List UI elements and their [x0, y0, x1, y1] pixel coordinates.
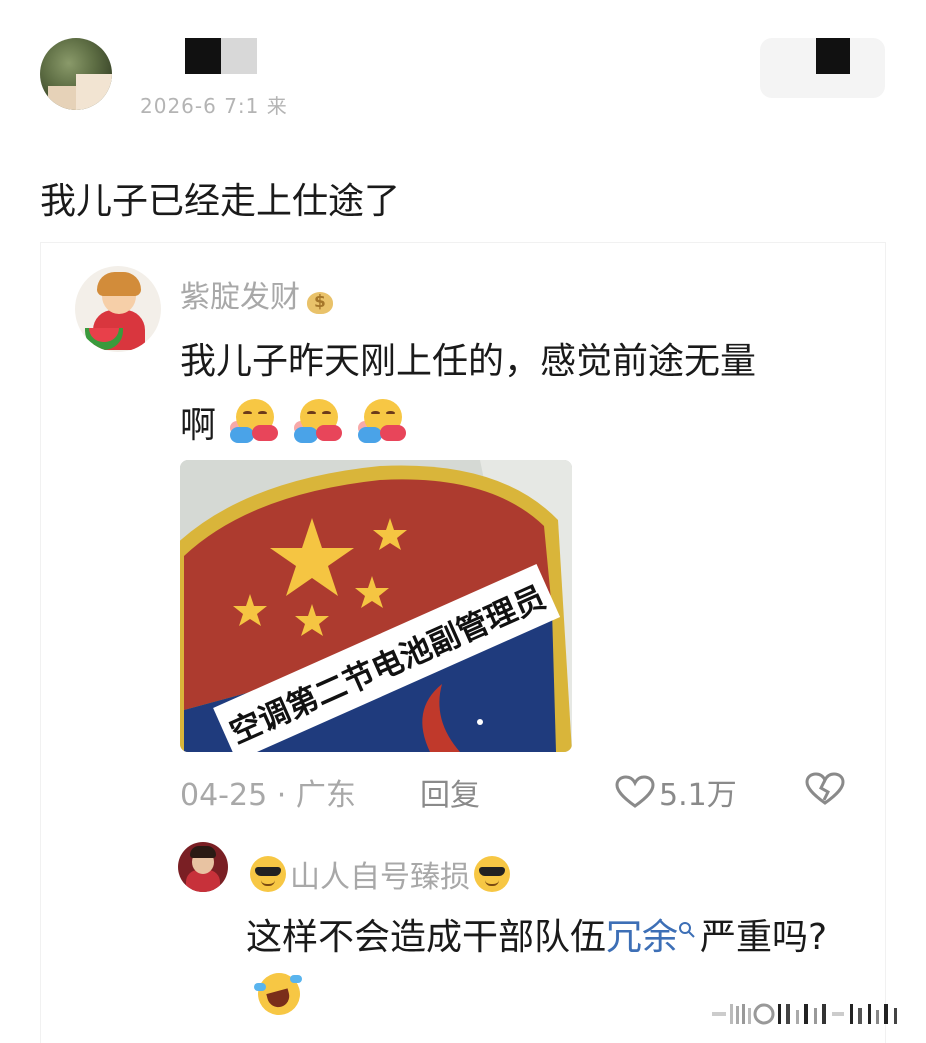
- avatar-mosaic-2: [48, 86, 76, 110]
- commenter-name[interactable]: 紫腚发财: [180, 272, 336, 316]
- post-content: 我儿子已经走上仕途了: [40, 181, 401, 222]
- avatar-hair: [190, 846, 216, 858]
- post-header: 2026-6 7:1 来: [0, 0, 926, 130]
- poster-name-redacted: [185, 38, 260, 74]
- watermark-graphic: [712, 1003, 897, 1025]
- comment-text-line1: 我儿子昨天刚上任的，感觉前途无量: [180, 341, 757, 382]
- avatar-hair: [97, 272, 141, 296]
- redaction-block: [816, 38, 850, 74]
- meta-separator: ·: [276, 778, 287, 813]
- heart-icon: [615, 775, 655, 808]
- follow-button-redacted[interactable]: [760, 38, 885, 98]
- reply-text-after: 严重吗?: [700, 917, 828, 958]
- like-button[interactable]: 5.1万: [615, 770, 737, 814]
- commenter-name-text: 紫腚发财: [180, 280, 300, 315]
- money-bag-icon: [302, 282, 336, 316]
- avatar-mosaic: [76, 74, 112, 110]
- sunglasses-face-emoji: [474, 856, 510, 892]
- poster-avatar[interactable]: [40, 38, 112, 110]
- comment-location: 广东: [295, 778, 356, 813]
- replier-name-text: 山人自号臻损: [290, 860, 470, 895]
- comment-text-line2: 啊: [180, 405, 217, 446]
- like-count: 5.1万: [659, 778, 737, 813]
- hugging-face-emoji: [292, 397, 344, 443]
- redaction-block-light: [221, 38, 257, 74]
- comment-image[interactable]: 空调第二节电池副管理员: [180, 460, 572, 752]
- commenter-avatar[interactable]: [75, 266, 161, 352]
- sunglasses-face-emoji: [250, 856, 286, 892]
- replier-avatar[interactable]: [178, 842, 228, 892]
- search-icon[interactable]: [678, 921, 696, 939]
- reply-text-before: 这样不会造成干部队伍: [246, 917, 607, 958]
- reply-button[interactable]: 回复: [420, 770, 480, 814]
- comment-text: 我儿子昨天刚上任的，感觉前途无量 啊: [180, 330, 850, 458]
- search-link[interactable]: 冗余: [606, 917, 678, 958]
- replier-name[interactable]: 山人自号臻损: [246, 852, 514, 896]
- post-meta: 2026-6 7:1 来: [140, 94, 288, 118]
- redaction-block: [185, 38, 221, 74]
- hugging-face-emoji: [228, 397, 280, 443]
- dislike-button[interactable]: [805, 772, 845, 814]
- comment-date-location: 04-25 · 广东: [180, 770, 356, 814]
- badge-photo: 空调第二节电池副管理员: [180, 460, 572, 752]
- laughing-crying-emoji: [253, 968, 305, 1020]
- hugging-face-emoji: [356, 397, 408, 443]
- broken-heart-icon: [805, 772, 845, 805]
- comment-date: 04-25: [180, 778, 268, 813]
